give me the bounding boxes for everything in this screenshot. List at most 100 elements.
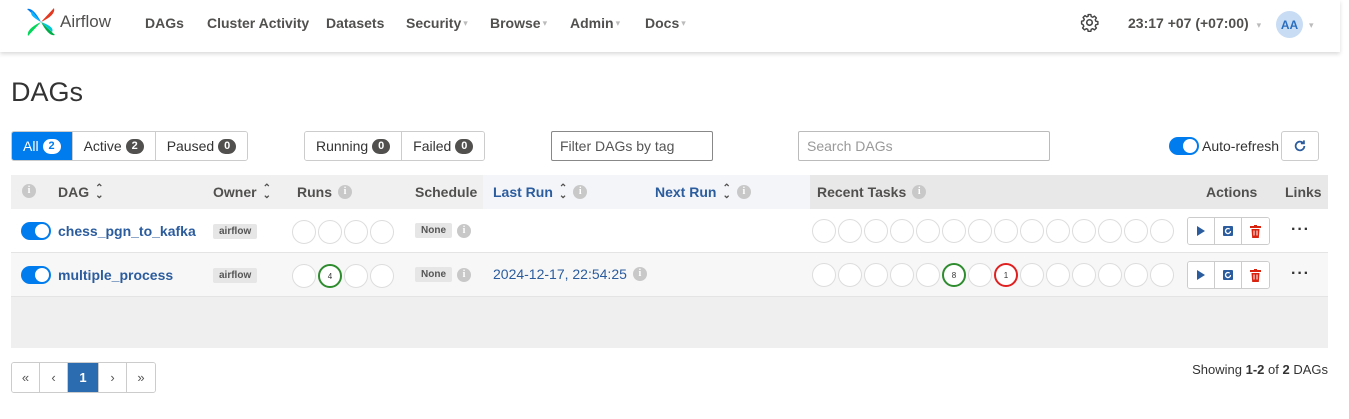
task-state-circle[interactable] [890, 263, 914, 287]
run-state-circle[interactable] [344, 220, 368, 244]
recent-tasks-circles: 8 1 [812, 263, 1176, 287]
page-current-button[interactable]: 1 [68, 363, 99, 392]
info-icon: i [457, 223, 471, 238]
page-next-button[interactable]: › [99, 363, 127, 392]
filter-running-button[interactable]: Running 0 [305, 132, 403, 160]
task-state-circle[interactable] [838, 219, 862, 243]
last-run-link[interactable]: 2024-12-17, 22:54:25 [493, 266, 627, 282]
play-icon [1197, 226, 1205, 236]
showing-suffix: DAGs [1289, 362, 1328, 377]
task-state-circle[interactable] [890, 219, 914, 243]
delete-dag-button[interactable] [1242, 218, 1269, 244]
header-last-run[interactable]: Last Run ⌃ ⌄ i [493, 184, 588, 201]
filter-active-button[interactable]: Active 2 [72, 132, 156, 160]
task-state-circle[interactable] [1020, 219, 1044, 243]
auto-refresh-toggle[interactable]: Auto-refresh [1169, 137, 1279, 155]
header-last-run-label: Last Run [493, 184, 553, 200]
task-state-circle[interactable] [1072, 219, 1096, 243]
header-runs-label: Runs [297, 184, 332, 200]
nav-datasets[interactable]: Datasets [326, 15, 384, 31]
header-owner[interactable]: Owner ⌃ ⌄ [213, 184, 271, 201]
delete-dag-button[interactable] [1242, 262, 1269, 288]
refresh-dag-button[interactable] [1215, 218, 1242, 244]
header-actions: Actions [1206, 184, 1257, 200]
task-state-circle[interactable] [1124, 263, 1148, 287]
links-menu-button[interactable]: ··· [1291, 221, 1310, 239]
schedule-cell: None i [415, 223, 471, 238]
timezone-clock[interactable]: 23:17 +07 (+07:00) ▾ [1128, 15, 1261, 31]
task-state-circle[interactable] [812, 219, 836, 243]
dag-pause-toggle[interactable] [21, 222, 51, 240]
nav-admin[interactable]: Admin ▾ [570, 15, 620, 31]
dag-runs-circles: 4 [292, 264, 396, 288]
task-state-circle[interactable] [812, 263, 836, 287]
page-last-button[interactable]: » [127, 363, 155, 392]
nav-security[interactable]: Security ▾ [406, 15, 468, 31]
run-state-circle-success[interactable]: 4 [318, 264, 342, 288]
run-state-circle[interactable] [370, 220, 394, 244]
task-state-circle-failed[interactable]: 1 [994, 263, 1018, 287]
dag-pause-toggle[interactable] [21, 266, 51, 284]
run-state-circle[interactable] [292, 264, 316, 288]
auto-refresh-label: Auto-refresh [1202, 138, 1280, 154]
task-state-circle[interactable] [838, 263, 862, 287]
trigger-dag-button[interactable] [1188, 262, 1215, 288]
filter-failed-button[interactable]: Failed 0 [402, 132, 485, 160]
refresh-button[interactable] [1281, 131, 1319, 161]
header-dag[interactable]: DAG ⌃ ⌄ [58, 184, 104, 201]
task-state-circle[interactable] [916, 219, 940, 243]
task-state-circle[interactable] [1098, 263, 1122, 287]
dag-id-link[interactable]: multiple_process [58, 267, 173, 283]
header-next-run[interactable]: Next Run ⌃ ⌄ i [655, 184, 751, 201]
task-state-circle[interactable] [968, 219, 992, 243]
chevron-down-icon: ▾ [681, 17, 686, 28]
nav-cluster-activity[interactable]: Cluster Activity [207, 15, 309, 31]
header-recent-tasks-label: Recent Tasks [817, 184, 907, 200]
run-state-circle[interactable] [344, 264, 368, 288]
brand[interactable]: Airflow [24, 5, 111, 39]
task-state-circle[interactable] [916, 263, 940, 287]
filter-paused-button[interactable]: Paused 0 [155, 132, 248, 160]
task-state-circle[interactable] [1150, 219, 1174, 243]
run-state-circle[interactable] [370, 264, 394, 288]
filter-all-button[interactable]: All 2 [12, 132, 73, 160]
search-input[interactable]: Search DAGs [798, 131, 1050, 161]
settings-button[interactable] [1080, 13, 1099, 35]
task-state-circle[interactable] [994, 219, 1018, 243]
task-state-circle[interactable] [1020, 263, 1044, 287]
header-links-label: Links [1285, 184, 1322, 200]
page-prev-button[interactable]: ‹ [40, 363, 68, 392]
run-state-circle[interactable] [318, 220, 342, 244]
header-schedule-label: Schedule [415, 184, 478, 200]
trash-icon [1250, 224, 1261, 238]
links-menu-button[interactable]: ··· [1291, 265, 1310, 283]
nav-docs[interactable]: Docs ▾ [645, 15, 686, 31]
toggle-switch[interactable] [1169, 137, 1199, 155]
owner-badge[interactable]: airflow [213, 224, 258, 239]
nav-browse[interactable]: Browse ▾ [490, 15, 547, 31]
run-state-filter-group: Running 0 Failed 0 [304, 131, 486, 161]
task-state-circle[interactable] [864, 219, 888, 243]
page-first-button[interactable]: « [12, 363, 40, 392]
task-state-circle-success[interactable]: 8 [942, 263, 966, 287]
task-state-circle[interactable] [864, 263, 888, 287]
dag-id-link[interactable]: chess_pgn_to_kafka [58, 223, 196, 239]
nav-dags[interactable]: DAGs [145, 15, 184, 31]
last-run-cell[interactable]: 2024-12-17, 22:54:25 i [493, 266, 647, 282]
task-state-circle[interactable] [968, 263, 992, 287]
refresh-dag-button[interactable] [1215, 262, 1242, 288]
task-state-circle[interactable] [1046, 263, 1070, 287]
task-state-circle[interactable] [1150, 263, 1174, 287]
avatar[interactable]: AA [1276, 11, 1303, 38]
task-state-circle[interactable] [1046, 219, 1070, 243]
gear-icon [1080, 13, 1099, 33]
chevron-down-icon[interactable]: ▾ [1309, 20, 1314, 31]
owner-badge[interactable]: airflow [213, 268, 258, 283]
trigger-dag-button[interactable] [1188, 218, 1215, 244]
task-state-circle[interactable] [942, 219, 966, 243]
task-state-circle[interactable] [1072, 263, 1096, 287]
run-state-circle[interactable] [292, 220, 316, 244]
tag-filter-input[interactable]: Filter DAGs by tag [551, 131, 713, 161]
task-state-circle[interactable] [1098, 219, 1122, 243]
task-state-circle[interactable] [1124, 219, 1148, 243]
